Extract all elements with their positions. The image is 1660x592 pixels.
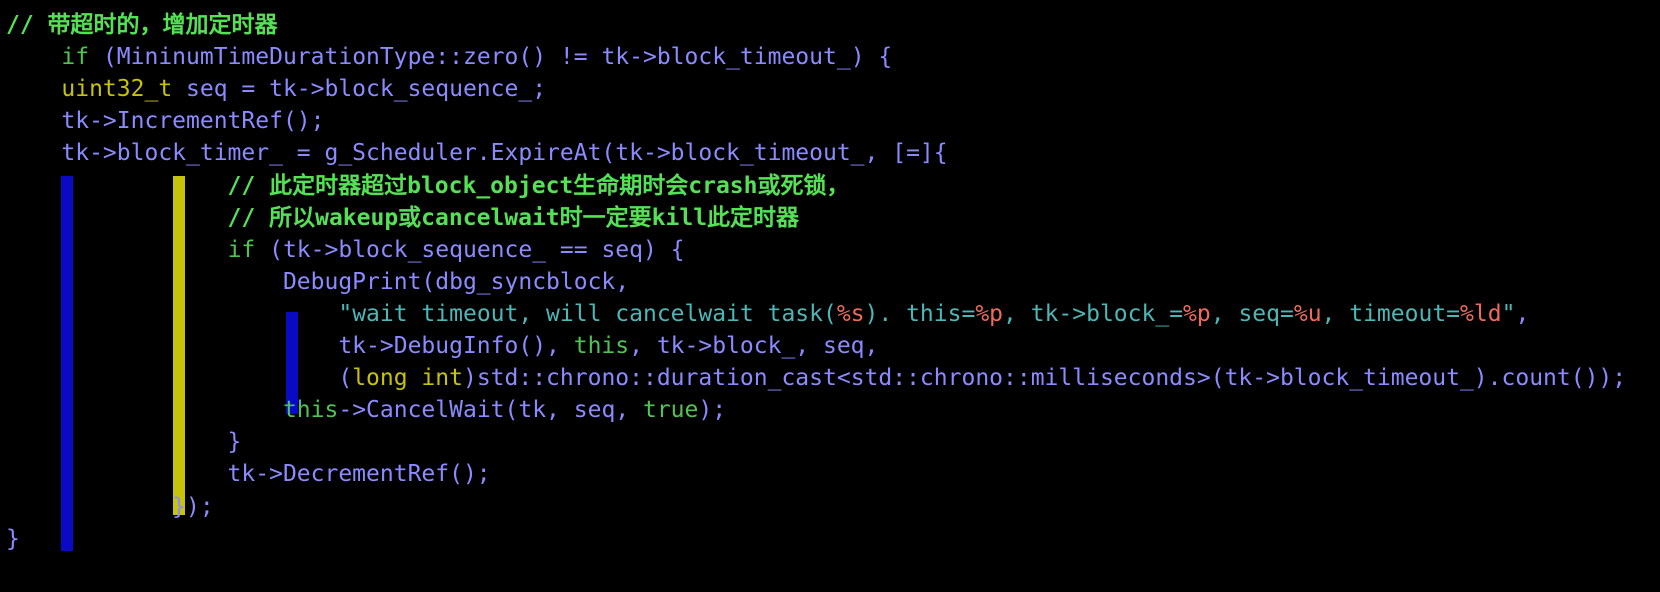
code-line: } [6, 522, 20, 556]
code-line: tk->DecrementRef(); [6, 457, 491, 491]
code-token: %p [1183, 300, 1211, 327]
code-line: uint32_t seq = tk->block_sequence_; [6, 72, 546, 106]
code-line: "wait timeout, will cancelwait task(%s).… [6, 297, 1529, 331]
code-token: %ld [1460, 300, 1502, 327]
code-line: this->CancelWait(tk, seq, true); [6, 393, 726, 427]
code-token: this [573, 333, 630, 359]
code-token: true [642, 397, 699, 424]
code-line: tk->DebugInfo(), this, tk->block_, seq, [6, 329, 878, 363]
code-token: %s [836, 300, 865, 327]
code-token: (MininumTimeDurationType::zero() != tk->… [89, 44, 893, 71]
code-token: this [282, 397, 339, 424]
code-token: %p [975, 300, 1004, 327]
code-line: if (MininumTimeDurationType::zero() != t… [6, 40, 892, 74]
code-token: , [1515, 300, 1530, 327]
code-line: tk->block_timer_ = g_Scheduler.ExpireAt(… [6, 136, 948, 170]
code-token: tk->DebugInfo(), [6, 333, 574, 359]
code-token: tk->IncrementRef(); [6, 108, 325, 135]
code-token: "wait timeout, will cancelwait task( [338, 300, 837, 327]
code-token: } [6, 429, 242, 456]
code-token: ). this= [864, 300, 976, 327]
code-token: ); [698, 397, 727, 424]
code-token: uint32_t [61, 76, 173, 103]
code-token: // 所以wakeup或cancelwait时一定要kill此定时器 [6, 204, 800, 231]
code-token: }); [6, 493, 214, 520]
code-token: if [227, 236, 256, 263]
code-line: }); [6, 490, 214, 524]
code-token: , seq= [1210, 300, 1294, 327]
code-token: tk->DecrementRef(); [6, 461, 491, 488]
code-token: ->CancelWait(tk, seq, [338, 397, 643, 424]
code-line: // 带超时的，增加定时器 [6, 8, 278, 42]
code-token: , tk->block_, seq, [629, 333, 879, 359]
code-token: if [61, 44, 90, 71]
code-token: seq = tk->block_sequence_; [172, 76, 547, 103]
code-token: , tk->block_= [1003, 300, 1184, 327]
code-token: // 此定时器超过block_object生命期时会crash或死锁， [6, 172, 850, 199]
code-line: DebugPrint(dbg_syncblock, [6, 265, 629, 299]
code-token: )std::chrono::duration_cast<std::chrono:… [462, 365, 1627, 392]
code-token: , timeout= [1321, 300, 1461, 327]
code-token: tk->block_timer_ = g_Scheduler.ExpireAt(… [6, 140, 948, 167]
code-token: long int [352, 365, 463, 392]
code-token: (tk->block_sequence_ == seq) { [255, 236, 685, 263]
code-line: // 此定时器超过block_object生命期时会crash或死锁， [6, 169, 850, 203]
code-token: // 带超时的，增加定时器 [6, 12, 278, 38]
code-token: } [6, 525, 20, 552]
code-token: %u [1293, 300, 1322, 327]
code-line: if (tk->block_sequence_ == seq) { [6, 233, 685, 267]
code-token: DebugPrint(dbg_syncblock, [6, 268, 630, 295]
code-token: ( [6, 365, 353, 392]
code-line: tk->IncrementRef(); [6, 104, 325, 138]
code-editor[interactable]: // 带超时的，增加定时器 if (MininumTimeDurationTyp… [0, 0, 1660, 592]
code-token: " [1501, 300, 1516, 327]
code-line: } [6, 425, 242, 459]
code-line: // 所以wakeup或cancelwait时一定要kill此定时器 [6, 201, 800, 235]
code-line: (long int)std::chrono::duration_cast<std… [6, 361, 1626, 395]
